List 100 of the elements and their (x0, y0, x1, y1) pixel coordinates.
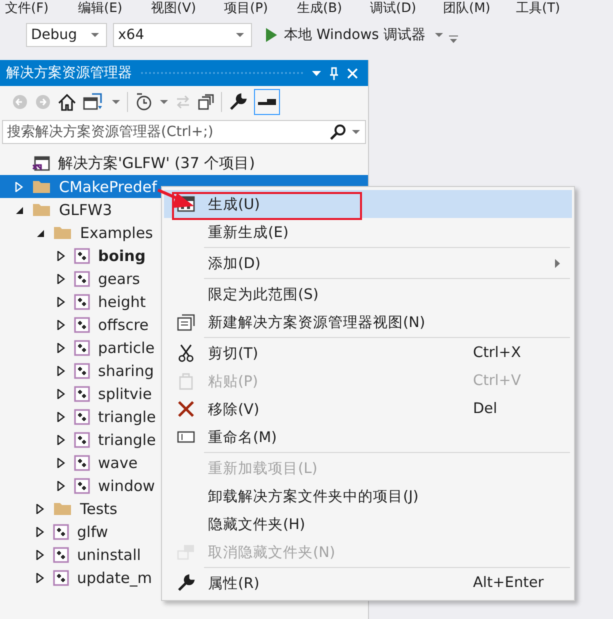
expand-arrow-icon[interactable] (56, 366, 66, 376)
tree-item-label[interactable]: height (98, 292, 146, 310)
expand-arrow-icon[interactable] (35, 504, 45, 514)
project-icon (53, 570, 69, 586)
folder-icon (53, 225, 72, 240)
tree-item-label[interactable]: Tests (80, 500, 118, 518)
project-icon (53, 546, 69, 562)
clock-icon[interactable] (135, 93, 153, 111)
tree-item-label[interactable]: 解决方案'GLFW' (37 个项目) (58, 154, 256, 173)
wrench-icon (177, 574, 195, 592)
tree-item-label[interactable]: offscre (98, 316, 149, 334)
project-icon (74, 316, 90, 332)
expand-arrow-icon[interactable] (56, 434, 66, 444)
preview-icon (258, 98, 276, 106)
sync-folder-icon[interactable] (83, 93, 105, 111)
home-icon[interactable] (58, 94, 76, 110)
expand-arrow-icon[interactable] (56, 320, 66, 330)
menu-item[interactable]: 工具(T) (516, 0, 589, 18)
tree-item-label[interactable]: Examples (80, 224, 153, 242)
expand-arrow-icon[interactable] (56, 296, 66, 306)
caret-icon[interactable] (160, 100, 168, 104)
menu-item[interactable]: 视图(V) (151, 0, 224, 18)
search-field[interactable]: 搜索解决方案资源管理器(Ctrl+;) (2, 120, 366, 144)
caret-icon (91, 33, 99, 37)
project-icon (53, 524, 69, 540)
menu-item[interactable]: 调试(D) (370, 0, 443, 18)
tree-item-label[interactable]: wave (98, 454, 138, 472)
project-icon (74, 340, 90, 356)
tree-item-label[interactable]: GLFW3 (59, 200, 112, 218)
dropdown-icon[interactable] (312, 70, 321, 76)
project-icon (74, 248, 90, 264)
overflow-icon[interactable] (449, 35, 458, 43)
configuration-dropdown[interactable]: Debug (26, 23, 107, 47)
wrench-icon[interactable] (229, 93, 247, 111)
tree-item-label[interactable]: gears (98, 270, 140, 288)
tree-item-label[interactable]: update_m (77, 568, 152, 586)
menu-item[interactable]: 限定为此范围(S) (164, 280, 572, 308)
expand-arrow-icon[interactable] (35, 526, 45, 536)
project-icon (74, 432, 90, 448)
tree-item-label[interactable]: splitvie (98, 384, 152, 402)
caret-icon[interactable] (112, 100, 120, 104)
expand-arrow-icon[interactable] (56, 458, 66, 468)
tree-item-label[interactable]: CMakePredef (59, 178, 157, 196)
rename-icon (177, 431, 195, 443)
tree-item-label[interactable]: sharing (98, 362, 154, 380)
menu-item[interactable]: 编辑(E) (78, 0, 151, 18)
folder-icon (32, 179, 51, 194)
project-icon (74, 362, 90, 378)
tree-item-label[interactable]: triangle (98, 408, 156, 426)
expand-arrow-icon[interactable] (56, 274, 66, 284)
expand-arrow-icon[interactable] (56, 388, 66, 398)
window-icon (177, 314, 195, 330)
expand-arrow-icon[interactable] (56, 480, 66, 490)
menu-item[interactable]: 属性(R) Alt+Enter (164, 569, 572, 597)
project-icon (74, 386, 90, 402)
expand-arrow-icon[interactable] (56, 412, 66, 422)
project-icon (74, 294, 90, 310)
close-icon[interactable] (347, 68, 358, 78)
menu-item[interactable]: 剪切(T) Ctrl+X (164, 339, 572, 367)
menu-item[interactable]: 生成(U) (164, 190, 572, 218)
solution-icon (32, 156, 50, 172)
menu-item[interactable]: 文件(F) (5, 0, 78, 18)
expand-arrow-icon[interactable] (35, 572, 45, 582)
folder-icon (32, 202, 51, 217)
menu-item[interactable]: 添加(D) (164, 249, 572, 277)
platform-dropdown[interactable]: x64 (113, 23, 252, 47)
caret-icon (352, 130, 360, 134)
tree-item-label[interactable]: triangle (98, 430, 156, 448)
preview-toggle-button[interactable] (254, 89, 280, 115)
menu-item[interactable]: 新建解决方案资源管理器视图(N) (164, 308, 572, 336)
expand-arrow-icon[interactable] (56, 250, 66, 260)
expand-arrow-icon[interactable] (35, 550, 45, 560)
tree-item-label[interactable]: particle (98, 338, 155, 356)
start-debugging-button[interactable]: 本地 Windows 调试器 (258, 26, 430, 44)
folder-icon (53, 501, 72, 516)
tree-item-label[interactable]: window (98, 476, 155, 494)
menu-item[interactable]: 重新生成(E) (164, 218, 572, 246)
collapse-all-icon[interactable] (198, 94, 214, 110)
play-icon (266, 28, 277, 42)
panel-title: 解决方案资源管理器 (6, 64, 132, 82)
project-icon (74, 270, 90, 286)
menu-item[interactable]: 项目(P) (224, 0, 297, 18)
menu-item[interactable]: 隐藏文件夹(H) (164, 510, 572, 538)
menu-item[interactable]: 移除(V) Del (164, 395, 572, 423)
menu-item[interactable]: 生成(B) (297, 0, 370, 18)
tree-item-label[interactable]: uninstall (77, 546, 141, 564)
project-icon (74, 478, 90, 494)
tree-item-label[interactable]: boing (98, 246, 146, 264)
caret-icon (236, 33, 244, 37)
menu-item[interactable]: 重命名(M) (164, 423, 572, 451)
menu-item[interactable]: 团队(M) (443, 0, 516, 18)
pin-icon[interactable] (329, 66, 339, 80)
scissors-icon (178, 344, 194, 362)
collapse-arrow-icon[interactable] (14, 204, 24, 214)
clipboard-icon (178, 372, 194, 390)
collapse-arrow-icon[interactable] (35, 228, 45, 238)
menu-item[interactable]: 卸载解决方案文件夹中的项目(J) (164, 482, 572, 510)
expand-arrow-icon[interactable] (56, 342, 66, 352)
tree-item-label[interactable]: glfw (77, 522, 108, 540)
project-icon (74, 408, 90, 424)
